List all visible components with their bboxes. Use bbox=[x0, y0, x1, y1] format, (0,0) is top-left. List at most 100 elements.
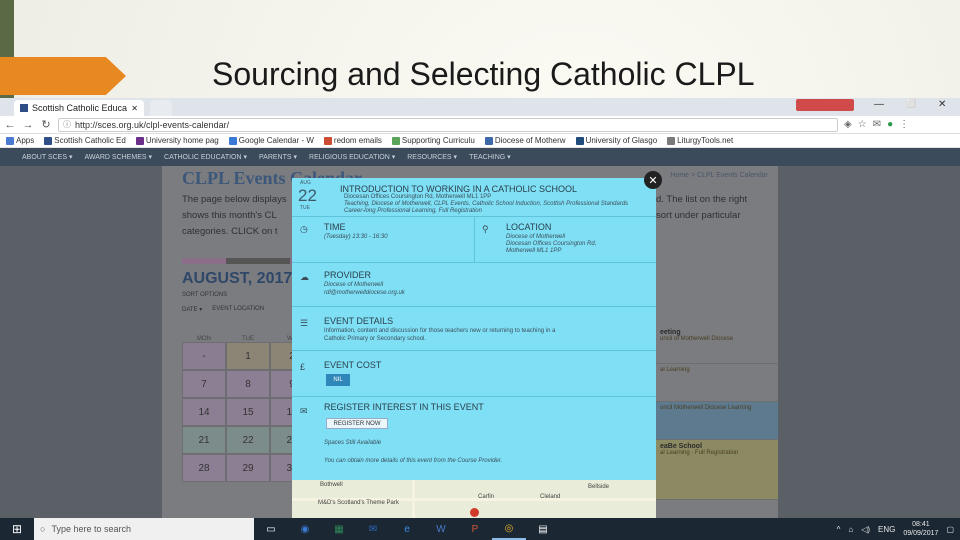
calendar-day-cell[interactable]: 29 bbox=[226, 454, 270, 482]
input-language[interactable]: ENG bbox=[878, 525, 895, 534]
event-list-item[interactable]: eeting uncil of Motherwell Diocese bbox=[656, 326, 778, 364]
new-tab-button[interactable] bbox=[150, 100, 172, 116]
extension-icon[interactable]: ◈ bbox=[844, 119, 852, 130]
site-nav-item[interactable]: Award Schemes ▾ bbox=[84, 153, 152, 161]
bookmark-item[interactable]: Supporting Curriculu bbox=[391, 136, 475, 145]
tab-close-icon[interactable]: ✕ bbox=[131, 104, 138, 113]
site-nav-item[interactable]: Religious Education ▾ bbox=[309, 153, 395, 161]
sort-option[interactable]: EVENT LOCATION bbox=[212, 306, 264, 313]
sort-option[interactable]: DATE ▾ bbox=[182, 306, 202, 313]
site-nav-item[interactable]: Teaching ▾ bbox=[469, 153, 511, 161]
site-nav: About SCES ▾ Award Schemes ▾ Catholic Educ… bbox=[0, 148, 960, 166]
calendar-day-cell[interactable]: 8 bbox=[226, 370, 270, 398]
site-nav-item[interactable]: About SCES ▾ bbox=[22, 153, 72, 161]
word-icon[interactable]: W bbox=[424, 518, 458, 540]
chrome-icon[interactable]: ◎ bbox=[492, 518, 526, 540]
bookmark-item[interactable]: University home pag bbox=[135, 136, 219, 145]
browser-tab[interactable]: Scottish Catholic Education ✕ bbox=[14, 100, 144, 116]
month-selector-bar-dark[interactable] bbox=[226, 258, 290, 264]
location-label: LOCATION bbox=[506, 222, 552, 232]
bookmark-label: Scottish Catholic Ed bbox=[54, 136, 126, 145]
bookmark-item[interactable]: Scottish Catholic Ed bbox=[44, 136, 126, 145]
bookmark-label: Apps bbox=[16, 136, 35, 145]
windows-start-icon[interactable]: ⊞ bbox=[0, 518, 34, 540]
tab-title: Scottish Catholic Education bbox=[31, 103, 128, 113]
calendar-day-cell[interactable]: 7 bbox=[182, 370, 226, 398]
calendar-day-cell[interactable]: 21 bbox=[182, 426, 226, 454]
reload-icon[interactable]: ↻ bbox=[40, 118, 52, 131]
modal-divider bbox=[292, 396, 656, 397]
calendar-day-cell[interactable]: - bbox=[182, 342, 226, 370]
star-icon[interactable]: ☆ bbox=[858, 119, 867, 130]
event-map[interactable]: Bothwell M&D's Scotland's Theme Park Car… bbox=[292, 480, 656, 518]
bookmark-favicon-icon bbox=[6, 136, 14, 145]
info-icon[interactable]: ⓘ bbox=[63, 119, 71, 130]
calculator-icon[interactable]: ▤ bbox=[526, 518, 560, 540]
bookmark-label: redom emails bbox=[333, 136, 382, 145]
event-list-item[interactable]: eaBe School al Learning · Full Registrati… bbox=[656, 440, 778, 500]
bookmark-item[interactable]: redom emails bbox=[323, 136, 382, 145]
url-input[interactable]: ⓘ http://sces.org.uk/clpl-events-calenda… bbox=[58, 117, 838, 132]
map-label: M&D's Scotland's Theme Park bbox=[318, 500, 399, 506]
task-view-icon[interactable]: ▭ bbox=[254, 518, 288, 540]
minimize-icon[interactable]: — bbox=[874, 99, 884, 110]
site-nav-item[interactable]: Catholic Education ▾ bbox=[164, 153, 247, 161]
maximize-icon[interactable]: ⬜ bbox=[906, 99, 916, 108]
outlook-mail-icon[interactable]: ✉ bbox=[356, 518, 390, 540]
bookmark-label: Google Calendar - W bbox=[238, 136, 314, 145]
bookmark-item[interactable]: University of Glasgo bbox=[575, 136, 657, 145]
site-nav-item[interactable]: Resources ▾ bbox=[407, 153, 457, 161]
search-icon: ○ bbox=[40, 524, 46, 534]
edge-icon[interactable]: e bbox=[390, 518, 424, 540]
tray-up-arrow-icon[interactable]: ^ bbox=[837, 525, 841, 534]
powerpoint-icon[interactable]: P bbox=[458, 518, 492, 540]
profile-chip[interactable] bbox=[796, 99, 854, 111]
menu-icon[interactable]: ⋮ bbox=[899, 119, 909, 130]
site-nav-item[interactable]: Parents ▾ bbox=[259, 153, 297, 161]
bookmark-favicon-icon bbox=[575, 136, 584, 145]
bookmark-item[interactable]: Diocese of Motherw bbox=[484, 136, 566, 145]
event-list-item[interactable]: al Learning bbox=[656, 364, 778, 402]
event-list-text: oncil Motherwell Diocese Learning bbox=[660, 405, 752, 411]
register-now-button[interactable]: REGISTER NOW bbox=[326, 418, 388, 429]
excel-icon[interactable]: ▦ bbox=[322, 518, 356, 540]
close-modal-icon[interactable]: ✕ bbox=[644, 171, 662, 189]
close-window-icon[interactable]: ✕ bbox=[938, 99, 946, 110]
intro-text-line: shows this month's CL bbox=[182, 210, 277, 221]
bookmark-favicon-icon bbox=[323, 136, 332, 145]
bookmark-favicon-icon bbox=[228, 136, 237, 145]
bookmark-item[interactable]: Apps bbox=[6, 136, 34, 145]
modal-divider bbox=[292, 306, 656, 307]
location-line: Diocesan Offices Coursington Rd, bbox=[506, 241, 597, 247]
outlook-icon[interactable]: ◉ bbox=[288, 518, 322, 540]
calendar-day-cell[interactable]: 14 bbox=[182, 398, 226, 426]
bookmark-item[interactable]: Google Calendar - W bbox=[228, 136, 314, 145]
back-icon[interactable]: ← bbox=[4, 119, 16, 131]
sort-options: DATE ▾ EVENT LOCATION bbox=[182, 306, 264, 313]
search-placeholder: Type here to search bbox=[51, 524, 131, 534]
extension-icon-2[interactable]: ✉ bbox=[873, 119, 881, 130]
taskbar-clock[interactable]: 08:41 09/09/2017 bbox=[903, 520, 938, 538]
calendar-day-cell[interactable]: 15 bbox=[226, 398, 270, 426]
calendar-day-cell[interactable]: 28 bbox=[182, 454, 226, 482]
event-list-item[interactable]: oncil Motherwell Diocese Learning bbox=[656, 402, 778, 440]
modal-divider bbox=[292, 262, 656, 263]
taskbar-search-input[interactable]: ○ Type here to search bbox=[34, 518, 254, 540]
map-pin-icon[interactable] bbox=[470, 508, 479, 517]
forward-icon[interactable]: → bbox=[22, 119, 34, 131]
provider-email[interactable]: rdl@motherwelldiocese.org.uk bbox=[324, 290, 405, 296]
notifications-icon[interactable]: ▢ bbox=[946, 525, 954, 534]
provider-icon: ☁ bbox=[300, 272, 309, 282]
volume-icon[interactable]: ◁) bbox=[861, 525, 870, 534]
bookmark-label: LiturgyTools.net bbox=[677, 136, 734, 145]
modal-divider bbox=[292, 350, 656, 351]
network-icon[interactable]: ⌂ bbox=[848, 525, 853, 534]
bookmark-favicon-icon bbox=[484, 136, 493, 145]
clock-icon: ◷ bbox=[300, 224, 308, 234]
breadcrumb[interactable]: Home > CLPL Events Calendar bbox=[670, 172, 768, 179]
bookmark-item[interactable]: LiturgyTools.net bbox=[667, 136, 733, 145]
calendar-day-cell[interactable]: 22 bbox=[226, 426, 270, 454]
calendar-day-cell[interactable]: 1 bbox=[226, 342, 270, 370]
bookmark-favicon-icon bbox=[135, 136, 144, 145]
extension-icon-3[interactable]: ● bbox=[887, 119, 893, 130]
